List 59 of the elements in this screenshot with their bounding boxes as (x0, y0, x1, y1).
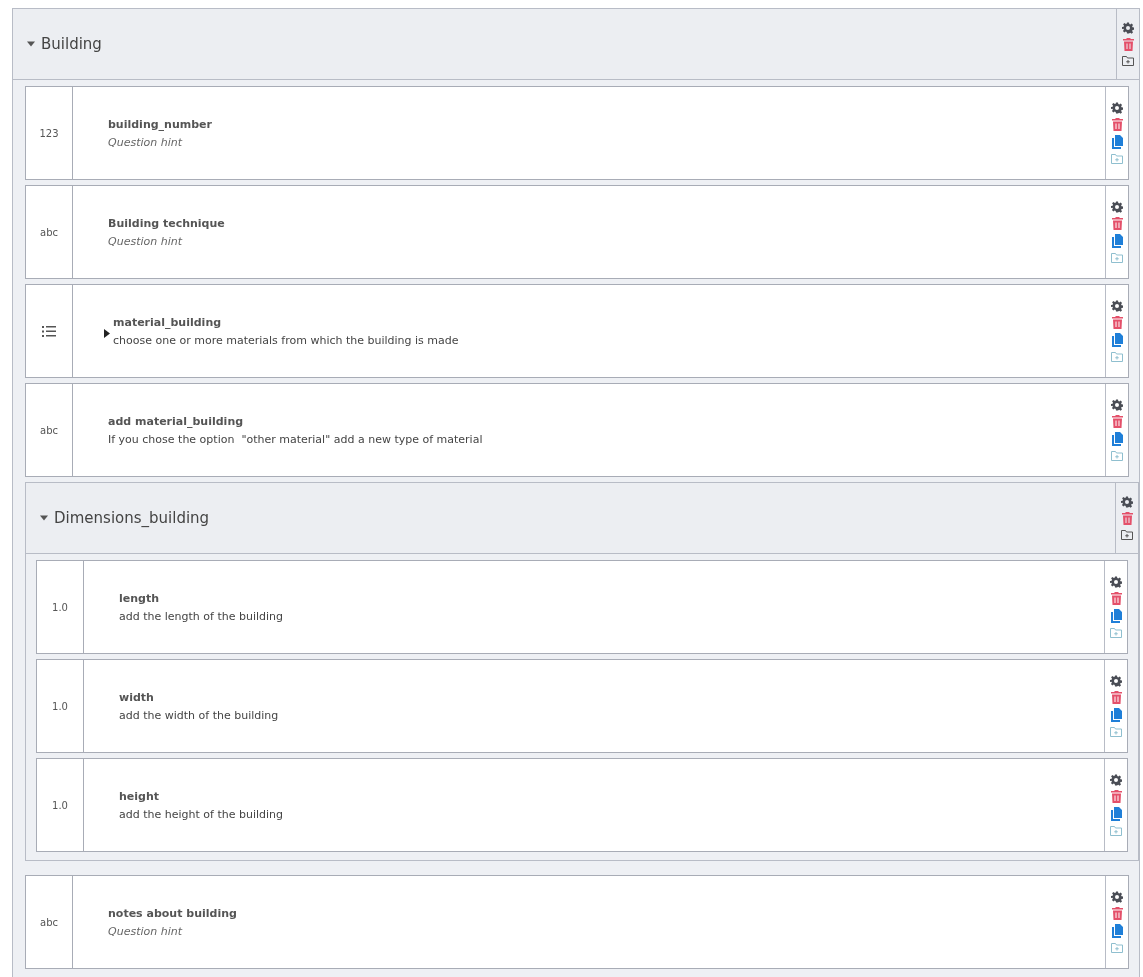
add-folder-icon[interactable] (1121, 529, 1133, 540)
group-title: Dimensions_building (54, 509, 210, 527)
delete-icon[interactable] (1111, 415, 1123, 428)
copy-icon[interactable] (1110, 807, 1122, 821)
add-folder-icon[interactable] (1122, 55, 1134, 66)
question-name: width (119, 690, 155, 704)
settings-icon[interactable] (1111, 399, 1123, 411)
settings-icon[interactable] (1110, 675, 1122, 687)
settings-icon[interactable] (1111, 201, 1123, 213)
list-icon (42, 325, 56, 337)
question-name: notes about building (108, 906, 238, 920)
delete-icon[interactable] (1110, 790, 1122, 803)
question-hint: add the width of the building (119, 708, 280, 722)
expand-caret-icon[interactable] (104, 328, 110, 338)
delete-icon[interactable] (1111, 118, 1123, 131)
type-label: abc (40, 226, 58, 238)
question-hint: If you chose the option "other material" add a new type of material (108, 432, 484, 446)
type-label: 1.0 (52, 799, 68, 811)
settings-icon[interactable] (1121, 496, 1133, 508)
settings-icon[interactable] (1122, 22, 1134, 34)
type-label: abc (40, 424, 58, 436)
type-label: 1.0 (52, 601, 68, 613)
delete-icon[interactable] (1121, 512, 1133, 525)
settings-icon[interactable] (1111, 891, 1123, 903)
delete-icon[interactable] (1111, 316, 1123, 329)
question-name: length (119, 591, 161, 605)
delete-icon[interactable] (1122, 38, 1134, 51)
settings-icon[interactable] (1110, 576, 1122, 588)
copy-icon[interactable] (1111, 234, 1123, 248)
delete-icon[interactable] (1111, 217, 1123, 230)
question-hint: choose one or more materials from which the building is made (113, 333, 459, 347)
copy-icon[interactable] (1110, 609, 1122, 623)
copy-icon[interactable] (1111, 333, 1123, 347)
copy-icon[interactable] (1111, 924, 1123, 938)
question-hint: Question hint (108, 234, 184, 248)
delete-icon[interactable] (1110, 592, 1122, 605)
settings-icon[interactable] (1110, 774, 1122, 786)
type-label: 123 (39, 127, 59, 139)
copy-icon[interactable] (1111, 432, 1123, 446)
question-name: Building technique (108, 216, 226, 230)
settings-icon[interactable] (1111, 102, 1123, 114)
question-name: building_number (108, 117, 213, 131)
delete-icon[interactable] (1110, 691, 1122, 704)
question-hint: Question hint (108, 135, 184, 149)
question-hint: Question hint (108, 924, 184, 938)
copy-icon[interactable] (1111, 135, 1123, 149)
type-label: abc (40, 916, 58, 928)
question-hint: add the length of the building (119, 609, 285, 623)
copy-icon[interactable] (1110, 708, 1122, 722)
type-label: 1.0 (52, 700, 68, 712)
caret-icon[interactable] (40, 514, 48, 522)
question-name: add material_building (108, 414, 245, 428)
question-hint: add the height of the building (119, 807, 285, 821)
question-name: height (119, 789, 161, 803)
question-name: material_building (113, 315, 223, 329)
delete-icon[interactable] (1111, 907, 1123, 920)
caret-icon[interactable] (27, 40, 35, 48)
settings-icon[interactable] (1111, 300, 1123, 312)
group-title: Building (41, 35, 102, 53)
